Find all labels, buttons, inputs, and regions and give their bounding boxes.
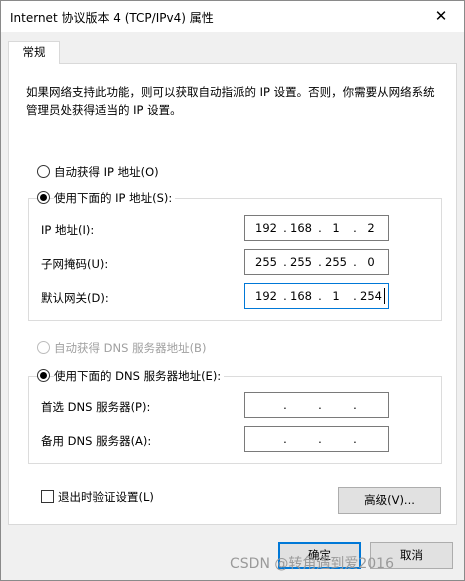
auto-ip-label: 自动获得 IP 地址(O) (54, 165, 159, 179)
ip-address-label: IP 地址(I): (41, 223, 95, 237)
validate-checkbox[interactable] (41, 490, 54, 503)
title-bar: Internet 协议版本 4 (TCP/IPv4) 属性 ✕ (1, 1, 464, 32)
text-caret (384, 288, 385, 304)
watermark: CSDN @转角遇到爱2016 (230, 556, 394, 572)
manual-dns-label: 使用下面的 DNS 服务器地址(E): (54, 368, 225, 384)
subnet-mask-label: 子网掩码(U): (41, 257, 109, 271)
alternate-dns-field[interactable]: . . . (244, 426, 389, 452)
window-title: Internet 协议版本 4 (TCP/IPv4) 属性 (10, 11, 214, 25)
validate-label: 退出时验证设置(L) (58, 490, 154, 504)
preferred-dns-field[interactable]: . . . (244, 392, 389, 418)
auto-ip-radio[interactable] (37, 165, 50, 178)
tab-general[interactable]: 常规 (8, 41, 60, 64)
close-icon[interactable]: ✕ (418, 1, 464, 32)
dialog-window: Internet 协议版本 4 (TCP/IPv4) 属性 ✕ 常规 如果网络支… (0, 0, 465, 581)
alternate-dns-label: 备用 DNS 服务器(A): (41, 434, 152, 448)
description-text: 如果网络支持此功能，则可以获取自动指派的 IP 设置。否则，你需要从网络系统管理… (26, 85, 435, 117)
manual-dns-radio[interactable] (37, 369, 50, 382)
default-gateway-field[interactable]: 192 . 168 . 1 . 254 (244, 283, 389, 309)
manual-ip-radio[interactable] (37, 191, 50, 204)
auto-dns-radio (37, 341, 50, 354)
auto-dns-label: 自动获得 DNS 服务器地址(B) (54, 341, 207, 355)
preferred-dns-label: 首选 DNS 服务器(P): (41, 400, 151, 414)
ip-address-field[interactable]: 192 . 168 . 1 . 2 (244, 215, 389, 241)
advanced-button[interactable]: 高级(V)... (338, 487, 441, 514)
subnet-mask-field[interactable]: 255 . 255 . 255 . 0 (244, 249, 389, 275)
manual-ip-label: 使用下面的 IP 地址(S): (54, 190, 176, 206)
default-gateway-label: 默认网关(D): (41, 291, 109, 305)
